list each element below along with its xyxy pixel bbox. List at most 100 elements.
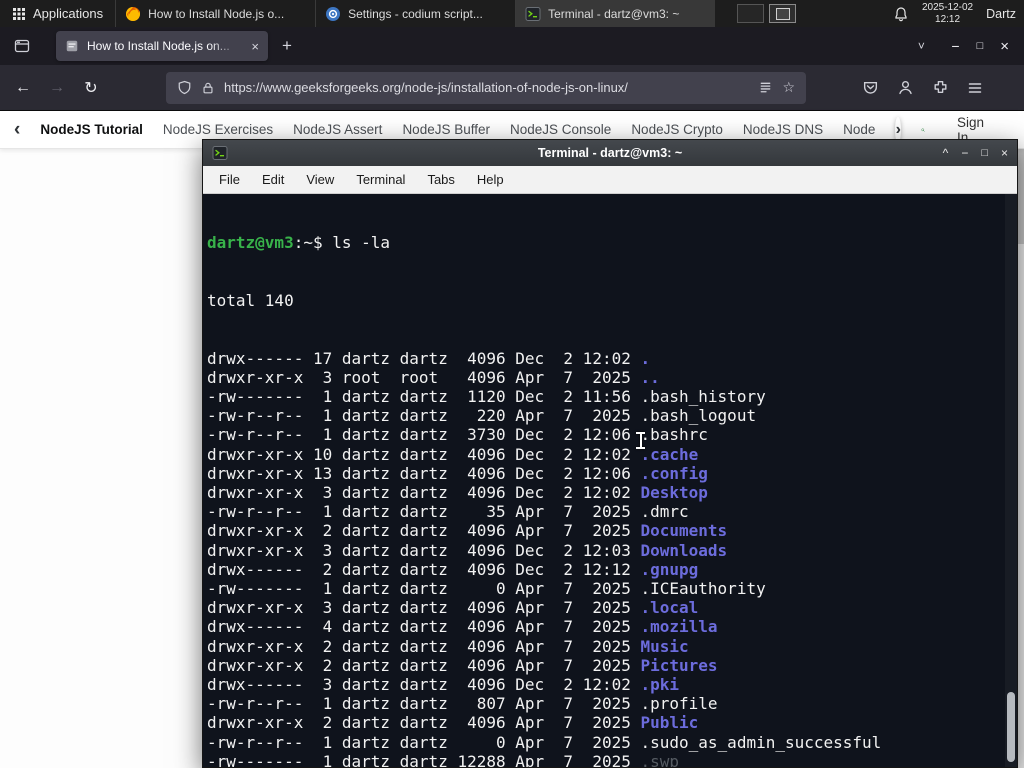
terminal-output-line: drwxr-xr-x 3 dartz dartz 4096 Apr 7 2025… — [207, 598, 699, 618]
back-button[interactable]: ← — [6, 71, 40, 105]
terminal-output-line: -rw------- 1 dartz dartz 0 Apr 7 2025 .I… — [207, 579, 766, 599]
terminal-body[interactable]: dartz@vm3:~$ ls -la total 140 drwx------… — [203, 194, 1017, 767]
file-name: .bash_history — [640, 387, 766, 407]
mouse-cursor — [636, 432, 645, 449]
terminal-output-line: drwxr-xr-x 2 dartz dartz 4096 Apr 7 2025… — [207, 655, 718, 675]
mini-window — [775, 7, 790, 20]
url-bar[interactable]: https://www.geeksforgeeks.org/node-js/in… — [166, 71, 806, 104]
top-panel: Applications How to Install Node.js o...… — [0, 0, 1024, 27]
tab-bar: How to Install Node.js on... × + ˅ − □ × — [0, 27, 1024, 65]
new-tab-button[interactable]: + — [272, 31, 302, 61]
terminal-output-line: drwxr-xr-x 13 dartz dartz 4096 Dec 2 12:… — [207, 463, 708, 483]
pocket-icon[interactable] — [862, 79, 879, 96]
terminal-icon — [212, 146, 228, 160]
terminal-titlebar[interactable]: Terminal - dartz@vm3: ~ ^ − □ × — [203, 140, 1017, 166]
terminal-output-line: -rw-r--r-- 1 dartz dartz 220 Apr 7 2025 … — [207, 406, 757, 426]
terminal-output-line: -rw-r--r-- 1 dartz dartz 0 Apr 7 2025 .s… — [207, 732, 882, 752]
menu-hamburger-icon[interactable] — [967, 80, 983, 96]
terminal-window-controls: ^ − □ × — [943, 146, 1008, 160]
workspace-1[interactable] — [737, 4, 765, 23]
window-maximize-button[interactable]: □ — [977, 40, 984, 52]
directory-name: Public — [640, 713, 699, 733]
terminal-scrollbar-thumb[interactable] — [1007, 692, 1015, 762]
nav-item-nodejs-crypto[interactable]: NodeJS Crypto — [631, 122, 723, 137]
workspace-switcher — [737, 4, 797, 23]
taskbar-item-terminal[interactable]: Terminal - dartz@vm3: ~ — [515, 0, 716, 27]
terminal-icon — [525, 6, 541, 21]
menu-terminal[interactable]: Terminal — [345, 169, 416, 190]
clock[interactable]: 2025-12-02 12:12 — [922, 2, 973, 25]
terminal-output-line: -rw------- 1 dartz dartz 1120 Dec 2 11:5… — [207, 387, 766, 407]
typed-command: ls -la — [332, 233, 391, 253]
directory-name: .cache — [640, 444, 699, 464]
terminal-maximize-button[interactable]: □ — [981, 147, 988, 159]
terminal-total-line: total 140 — [207, 291, 294, 311]
terminal-output-line: -rw-r--r-- 1 dartz dartz 807 Apr 7 2025 … — [207, 694, 718, 714]
directory-name: .mozilla — [640, 617, 718, 637]
menu-edit[interactable]: Edit — [251, 169, 295, 190]
terminal-output-line: -rw------- 1 dartz dartz 12288 Apr 7 202… — [207, 752, 1017, 767]
menu-help[interactable]: Help — [466, 169, 515, 190]
terminal-close-button[interactable]: × — [1001, 146, 1008, 160]
directory-name: .local — [640, 598, 699, 618]
tab-close-icon[interactable]: × — [251, 39, 259, 54]
nav-scroll-left-icon[interactable]: ‹ — [14, 120, 20, 139]
prompt-suffix: :~$ — [293, 233, 333, 253]
nav-item-nodejs-buffer[interactable]: NodeJS Buffer — [402, 122, 490, 137]
reload-button[interactable]: ↻ — [74, 71, 108, 105]
file-name: .profile — [640, 694, 718, 714]
tracking-protection-shield-icon[interactable] — [177, 80, 192, 95]
notifications-bell-icon[interactable] — [893, 6, 909, 22]
directory-name: Desktop — [640, 483, 708, 503]
clock-time: 12:12 — [935, 13, 961, 25]
nav-item-nodejs-tutorial[interactable]: NodeJS Tutorial — [40, 122, 143, 137]
nav-item-nodejs-console[interactable]: NodeJS Console — [510, 122, 611, 137]
terminal-shade-button[interactable]: ^ — [943, 146, 949, 160]
page-scrollbar-thumb[interactable] — [1017, 148, 1024, 244]
firefox-icon — [126, 6, 141, 21]
workspace-2[interactable] — [769, 4, 797, 23]
terminal-output-line: drwx------ 2 dartz dartz 4096 Dec 2 12:1… — [207, 559, 699, 579]
nav-item-nodejs-dns[interactable]: NodeJS DNS — [743, 122, 823, 137]
directory-name: Music — [640, 636, 689, 656]
account-icon[interactable] — [897, 79, 914, 96]
file-name: .swp — [640, 751, 680, 767]
applications-label: Applications — [33, 6, 104, 21]
terminal-minimize-button[interactable]: − — [961, 146, 968, 160]
list-all-tabs-button[interactable]: ˅ — [906, 39, 936, 53]
terminal-output-line: drwxr-xr-x 10 dartz dartz 4096 Dec 2 12:… — [207, 444, 699, 464]
nav-item-node-truncated[interactable]: Node — [843, 122, 875, 137]
user-menu[interactable]: Dartz — [986, 7, 1016, 21]
menu-file[interactable]: File — [208, 169, 251, 190]
nav-item-nodejs-exercises[interactable]: NodeJS Exercises — [163, 122, 273, 137]
window-minimize-button[interactable]: − — [951, 38, 959, 54]
nav-item-nodejs-assert[interactable]: NodeJS Assert — [293, 122, 382, 137]
bookmark-star-icon[interactable]: ☆ — [782, 79, 795, 96]
browser-tab[interactable]: How to Install Node.js on... × — [56, 31, 268, 61]
firefox-view-icon — [14, 39, 30, 53]
terminal-scrollbar[interactable] — [1005, 194, 1017, 767]
page-scrollbar[interactable] — [1017, 148, 1024, 768]
menu-tabs[interactable]: Tabs — [416, 169, 465, 190]
reader-mode-icon[interactable] — [758, 80, 773, 95]
url-text: https://www.geeksforgeeks.org/node-js/in… — [224, 80, 628, 95]
terminal-output-line: drwxr-xr-x 2 dartz dartz 4096 Apr 7 2025… — [207, 521, 728, 541]
directory-name: .. — [640, 367, 660, 387]
firefox-view-button[interactable] — [6, 32, 38, 60]
taskbar-item-browser[interactable]: How to Install Node.js o... — [115, 0, 315, 27]
terminal-output-line: drwxr-xr-x 3 dartz dartz 4096 Dec 2 12:0… — [207, 540, 728, 560]
search-icon[interactable] — [921, 121, 925, 139]
terminal-output-line: -rw-r--r-- 1 dartz dartz 3730 Dec 2 12:0… — [207, 425, 708, 445]
window-close-button[interactable]: × — [1000, 38, 1009, 55]
terminal-output-line: drwx------ 17 dartz dartz 4096 Dec 2 12:… — [207, 348, 651, 368]
menu-view[interactable]: View — [295, 169, 345, 190]
taskbar-item-settings[interactable]: Settings - codium script... — [315, 0, 515, 27]
directory-name: Downloads — [640, 540, 728, 560]
forward-button[interactable]: → — [40, 71, 74, 105]
lock-icon[interactable] — [201, 81, 215, 95]
terminal-listing: drwx------ 17 dartz dartz 4096 Dec 2 12:… — [207, 349, 1017, 767]
terminal-output-line: drwxr-xr-x 3 root root 4096 Apr 7 2025 .… — [207, 367, 660, 387]
applications-menu-button[interactable]: Applications — [0, 0, 115, 27]
extensions-icon[interactable] — [932, 79, 949, 96]
taskbar-item-title: Terminal - dartz@vm3: ~ — [548, 6, 680, 21]
